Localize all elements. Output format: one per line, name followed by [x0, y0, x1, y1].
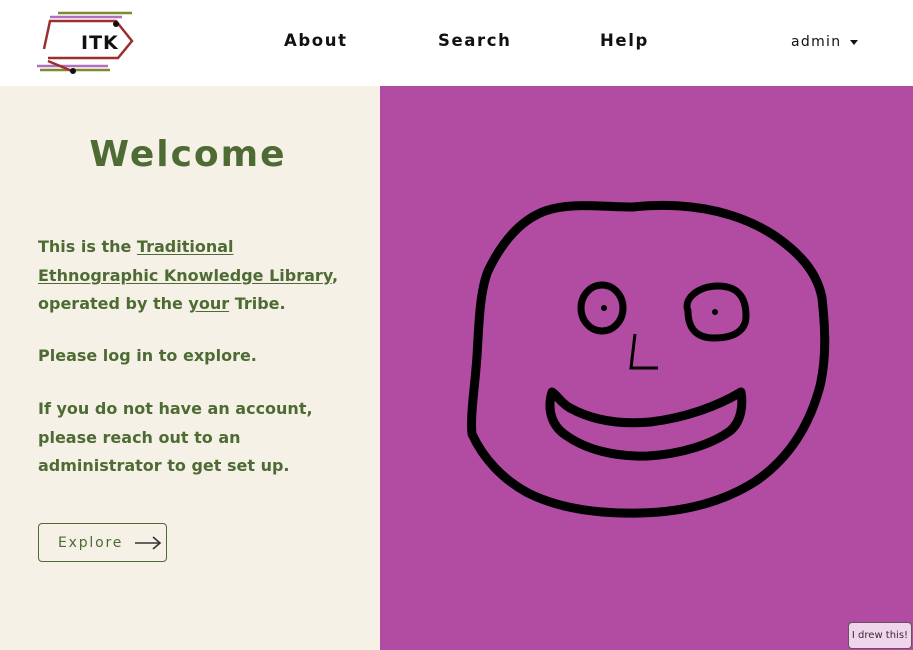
login-prompt: Please log in to explore.: [38, 346, 257, 365]
nav-help-link[interactable]: Help: [600, 31, 649, 50]
itk-logo[interactable]: ITK: [36, 9, 136, 75]
user-menu-dropdown[interactable]: admin: [791, 34, 859, 50]
nav-search-link[interactable]: Search: [438, 31, 511, 50]
explore-button[interactable]: Explore: [38, 523, 167, 562]
explore-button-label: Explore: [58, 534, 124, 551]
top-navbar: ITK About Search Help admin: [0, 0, 913, 86]
intro-prefix: This is the: [38, 237, 137, 256]
account-note: If you do not have an account, please re…: [38, 399, 313, 476]
welcome-title: Welcome: [89, 134, 287, 175]
caret-down-icon: [850, 39, 859, 45]
artwork-panel: [380, 86, 913, 650]
tribe-link[interactable]: your: [188, 294, 229, 313]
artist-credit-button[interactable]: I drew this!: [848, 622, 912, 649]
welcome-panel: Welcome This is the Traditional Ethnogra…: [0, 86, 380, 650]
long-arrow-right-icon: [135, 535, 162, 550]
nav-about-link[interactable]: About: [284, 31, 348, 50]
smiley-face-drawing: [467, 200, 830, 518]
intro-paragraph: This is the Traditional Ethnographic Kno…: [38, 233, 348, 319]
intro-suffix: Tribe.: [229, 294, 286, 314]
user-menu-label: admin: [791, 34, 842, 50]
logo-text: ITK: [81, 32, 119, 54]
